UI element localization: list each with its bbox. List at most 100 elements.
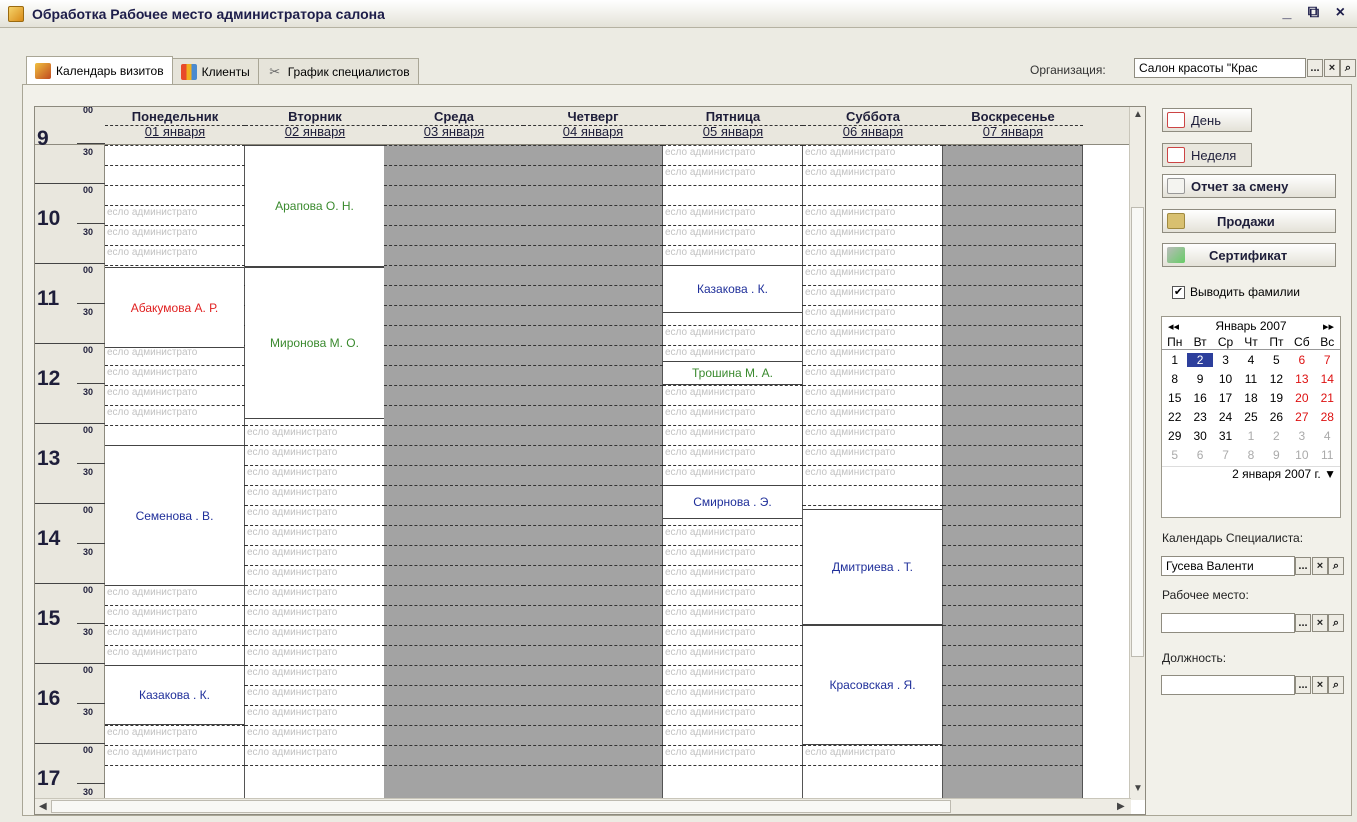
day-column[interactable] (384, 125, 524, 801)
workplace-clear-button[interactable]: × (1312, 614, 1328, 632)
shift-report-button[interactable]: Отчет за смену (1162, 174, 1336, 198)
mini-calendar-day[interactable]: 14 (1315, 372, 1340, 386)
mini-calendar-day[interactable]: 5 (1264, 353, 1289, 367)
mini-calendar-day[interactable]: 26 (1264, 410, 1289, 424)
mini-calendar-day[interactable]: 5 (1162, 448, 1187, 462)
tab-specialists-schedule[interactable]: ✂ График специалистов (257, 58, 419, 84)
day-header[interactable]: Суббота 06 января (803, 109, 943, 139)
day-header[interactable]: Вторник 02 января (245, 109, 385, 139)
organization-choose-button[interactable]: ... (1307, 59, 1323, 77)
mini-calendar-day[interactable]: 4 (1238, 353, 1263, 367)
calendar-grid[interactable]: 9 00 30 10 00 30 11 00 30 12 00 30 13 00 30 14 00 30 15 00 3… (35, 107, 1131, 801)
mini-calendar-day[interactable]: 10 (1289, 448, 1314, 462)
mini-calendar-day[interactable]: 1 (1162, 353, 1187, 367)
appointment-block[interactable]: Абакумова А. Р. (105, 267, 244, 348)
specialist-field[interactable]: Гусева Валенти (1161, 556, 1295, 576)
dropdown-arrow-icon[interactable]: ▼ (1324, 467, 1336, 481)
horizontal-scroll-thumb[interactable] (51, 800, 951, 813)
appointment-block[interactable]: Казакова . К. (663, 265, 802, 313)
sales-button[interactable]: Продажи (1162, 209, 1336, 233)
mini-calendar-day[interactable]: 6 (1289, 353, 1314, 367)
week-view-button[interactable]: Неделя (1162, 143, 1252, 167)
mini-calendar-day[interactable]: 29 (1162, 429, 1187, 443)
specialist-open-button[interactable]: ⌕ (1328, 557, 1344, 575)
appointment-block[interactable]: Дмитриева . Т. (803, 509, 942, 625)
mini-calendar-day[interactable]: 11 (1238, 372, 1263, 386)
scroll-right-icon[interactable]: ▶ (1117, 801, 1125, 812)
mini-calendar-day[interactable]: 1 (1238, 429, 1263, 443)
show-surnames-option[interactable]: ✔ Выводить фамилии (1172, 285, 1300, 299)
mini-calendar-day[interactable]: 12 (1264, 372, 1289, 386)
next-month-button[interactable]: ▸▸ (1323, 320, 1334, 333)
day-view-button[interactable]: День (1162, 108, 1252, 132)
mini-calendar-day[interactable]: 22 (1162, 410, 1187, 424)
show-surnames-checkbox[interactable]: ✔ (1172, 285, 1185, 299)
mini-calendar-day[interactable]: 3 (1213, 353, 1238, 367)
mini-calendar-day[interactable]: 21 (1315, 391, 1340, 405)
window-controls[interactable]: _ ⧉ × (1282, 4, 1351, 22)
day-header[interactable]: Пятница 05 января (663, 109, 803, 139)
mini-calendar-day[interactable]: 3 (1289, 429, 1314, 443)
appointment-block[interactable]: Смирнова . Э. (663, 485, 802, 519)
scroll-left-icon[interactable]: ◀ (39, 801, 47, 812)
position-clear-button[interactable]: × (1312, 676, 1328, 694)
mini-calendar-day[interactable]: 7 (1315, 353, 1340, 367)
mini-calendar-day[interactable]: 8 (1162, 372, 1187, 386)
mini-calendar-day[interactable]: 25 (1238, 410, 1263, 424)
day-column[interactable] (943, 125, 1083, 801)
mini-calendar-day[interactable]: 23 (1187, 410, 1212, 424)
appointment-block[interactable]: Семенова . В. (105, 445, 244, 586)
mini-calendar-day[interactable]: 18 (1238, 391, 1263, 405)
mini-calendar-day[interactable]: 8 (1238, 448, 1263, 462)
organization-open-button[interactable]: ⌕ (1340, 59, 1356, 77)
mini-calendar-day[interactable]: 6 (1187, 448, 1212, 462)
day-header[interactable]: Среда 03 января (384, 109, 524, 139)
mini-calendar-day[interactable]: 2 (1187, 352, 1213, 367)
vertical-scrollbar[interactable]: ▲ ▼ (1129, 107, 1145, 800)
mini-calendar-day[interactable]: 9 (1264, 448, 1289, 462)
workplace-choose-button[interactable]: ... (1295, 614, 1311, 632)
workplace-open-button[interactable]: ⌕ (1328, 614, 1344, 632)
mini-calendar-day[interactable]: 7 (1213, 448, 1238, 462)
mini-calendar-day[interactable]: 4 (1315, 429, 1340, 443)
mini-calendar-day[interactable]: 10 (1213, 372, 1238, 386)
day-column[interactable] (523, 125, 663, 801)
day-column[interactable]: есло администрато есло администрато есло а… (663, 125, 803, 801)
mini-calendar-day[interactable]: 27 (1289, 410, 1314, 424)
organization-clear-button[interactable]: × (1324, 59, 1340, 77)
mini-calendar-day[interactable]: 28 (1315, 410, 1340, 424)
position-choose-button[interactable]: ... (1295, 676, 1311, 694)
appointment-block[interactable]: Трошина М. А. (663, 361, 802, 385)
mini-calendar-day[interactable]: 19 (1264, 391, 1289, 405)
mini-calendar-day[interactable]: 15 (1162, 391, 1187, 405)
mini-calendar-day[interactable]: 17 (1213, 391, 1238, 405)
mini-calendar-day[interactable]: 11 (1315, 448, 1340, 462)
specialist-clear-button[interactable]: × (1312, 557, 1328, 575)
day-header[interactable]: Понедельник 01 января (105, 109, 245, 139)
mini-calendar-day[interactable]: 16 (1187, 391, 1212, 405)
workplace-field[interactable] (1161, 613, 1295, 633)
scroll-down-icon[interactable]: ▼ (1133, 783, 1143, 794)
day-header[interactable]: Воскресенье 07 января (943, 109, 1083, 139)
day-header[interactable]: Четверг 04 января (523, 109, 663, 139)
certificate-button[interactable]: Сертификат (1162, 243, 1336, 267)
tab-calendar[interactable]: Календарь визитов (26, 56, 173, 84)
prev-month-button[interactable]: ◂◂ (1168, 320, 1179, 333)
mini-calendar-day[interactable]: 2 (1264, 429, 1289, 443)
specialist-choose-button[interactable]: ... (1295, 557, 1311, 575)
mini-calendar-day[interactable]: 13 (1289, 372, 1314, 386)
horizontal-scrollbar[interactable]: ◀ ▶ (35, 798, 1131, 814)
mini-calendar-day[interactable]: 9 (1187, 372, 1212, 386)
tab-clients[interactable]: Клиенты (171, 58, 259, 84)
appointment-block[interactable]: Миронова М. О. (245, 267, 384, 419)
appointment-block[interactable]: Казакова . К. (105, 665, 244, 725)
position-open-button[interactable]: ⌕ (1328, 676, 1344, 694)
organization-field[interactable]: Салон красоты "Крас (1134, 58, 1306, 78)
mini-calendar-selected-date[interactable]: 2 января 2007 г. ▼ (1162, 466, 1340, 481)
mini-calendar-day[interactable]: 20 (1289, 391, 1314, 405)
position-field[interactable] (1161, 675, 1295, 695)
scroll-up-icon[interactable]: ▲ (1133, 109, 1143, 120)
appointment-block[interactable]: Арапова О. Н. (245, 145, 384, 267)
mini-calendar-day[interactable]: 24 (1213, 410, 1238, 424)
vertical-scroll-thumb[interactable] (1131, 207, 1144, 657)
